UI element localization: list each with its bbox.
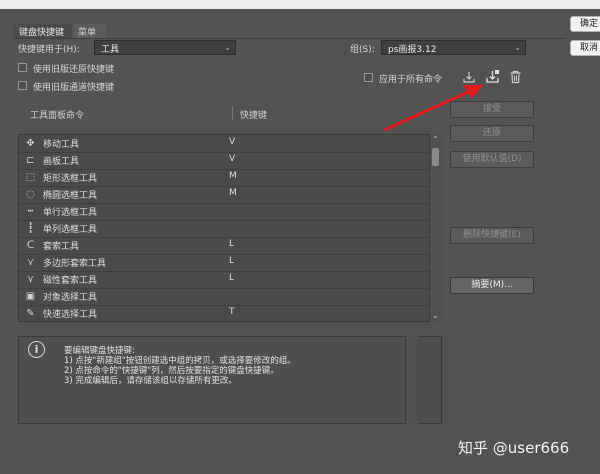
column-separator [232,106,233,120]
set-label: 组(S): [350,45,375,55]
column-header-command[interactable]: 工具面板命令 [30,108,84,121]
watermark: 知乎 @user666 [458,439,570,457]
table-row[interactable]: ⋎ 磁性套索工具 L [19,271,431,289]
info-scrollbar[interactable] [405,336,418,424]
table-row[interactable]: ▣ 对象选择工具 [19,288,431,306]
tool-name: 磁性套索工具 [43,276,98,286]
tool-name: 对象选择工具 [43,293,98,303]
table-row[interactable]: ⊏ 画板工具 V [19,152,431,170]
tool-shortcut[interactable]: V [229,137,235,147]
table-row[interactable]: ⋎ 多边形套索工具 L [19,254,431,272]
tool-name: 椭圆选框工具 [43,191,98,201]
tool-name: 套索工具 [43,242,80,252]
ellipse-marquee-icon: ◌ [26,189,35,200]
tool-name: 多边形套索工具 [43,259,107,269]
single-column-marquee-icon: ┇ [27,223,34,234]
legacy-undo-label: 使用旧版还原快捷键 [33,65,115,75]
table-row[interactable]: ┅ 单行选框工具 [19,203,431,221]
delete-set-icon[interactable] [509,70,522,84]
save-set-icon[interactable] [462,70,476,84]
tool-shortcut[interactable]: L [229,256,234,266]
scrollbar-thumb[interactable] [432,148,439,166]
set-select[interactable]: ps画报3.12 ⌄ [381,40,526,55]
tool-name: 移动工具 [43,140,80,150]
tool-name: 单列选框工具 [43,225,98,235]
tool-name: 单行选框工具 [43,208,98,218]
tool-shortcut[interactable]: L [229,239,234,249]
new-set-icon[interactable] [485,69,500,84]
window-top-strip [0,0,600,9]
tab-keyboard-shortcuts[interactable]: 键盘快捷键 [14,24,72,38]
artboard-icon: ⊏ [26,155,35,166]
quick-selection-icon: ✎ [26,308,35,319]
tool-name: 画板工具 [43,157,80,167]
shortcuts-for-label: 快捷键用于(H): [18,45,80,55]
tool-shortcut[interactable]: L [229,273,234,283]
info-line: 3) 完成编辑后，请存储该组以存储所有更改。 [64,376,237,386]
legacy-channel-checkbox[interactable] [18,81,27,90]
shortcuts-for-select[interactable]: 工具 ⌄ [94,40,236,55]
info-line: 要编辑键盘快捷键: [64,346,135,356]
cancel-button[interactable]: 取消 [570,40,600,56]
delete-shortcut-button[interactable]: 删除快捷键(E) [450,227,534,244]
table-row[interactable]: ┇ 单列选框工具 [19,220,431,238]
shortcuts-for-value: 工具 [101,45,120,55]
move-icon: ✥ [26,138,35,149]
chevron-down-icon: ⌄ [224,43,231,52]
table-row[interactable]: ᑕ 套索工具 L [19,237,431,255]
tool-shortcut[interactable]: T [229,307,235,317]
table-row[interactable]: ✥ 移动工具 V [19,135,431,153]
table-row[interactable]: ◌ 椭圆选框工具 M [19,186,431,204]
rect-marquee-icon: ⬚ [25,172,36,183]
ok-button[interactable]: 确定 [570,16,600,32]
table-row[interactable]: ⬚ 矩形选框工具 M [19,169,431,187]
info-line: 1) 点按"新建组"按钮创建选中组的拷贝，或选择要修改的组。 [64,356,296,366]
table-row[interactable]: ✎ 快速选择工具 T [19,305,431,321]
object-selection-icon: ▣ [25,291,36,302]
scroll-down-icon[interactable]: ⌄ [431,311,440,320]
info-text: 要编辑键盘快捷键: 1) 点按"新建组"按钮创建选中组的拷贝，或选择要修改的组。… [64,346,364,386]
lasso-icon: ᑕ [26,240,35,251]
tool-name: 矩形选框工具 [43,174,98,184]
info-icon: i [28,341,45,358]
tool-shortcut[interactable]: M [229,171,237,181]
undo-button[interactable]: 还原 [450,125,534,142]
tools-table: ✥ 移动工具 V ⊏ 画板工具 V ⬚ 矩形选框工具 M ◌ 椭圆选框工具 M ┅ 单行选框工具 ┇ 单列选框… [18,134,442,322]
apply-all-label: 应用于所有命令 [379,75,443,85]
set-value: ps画报3.12 [388,45,437,55]
tab-menus[interactable]: 菜单 [74,24,106,38]
summarize-button[interactable]: 摘要(M)... [450,277,534,294]
column-header-shortcut[interactable]: 快捷键 [240,108,267,121]
tool-shortcut[interactable]: M [229,188,237,198]
tool-name: 快速选择工具 [43,310,98,320]
scroll-up-icon[interactable]: ⌃ [431,135,440,144]
legacy-channel-label: 使用旧版通道快捷键 [33,83,115,93]
polygonal-lasso-icon: ⋎ [26,257,35,268]
magnetic-lasso-icon: ⋎ [26,274,35,285]
info-line: 2) 点按命令的"快捷键"列，然后按要指定的键盘快捷键。 [64,366,279,376]
legacy-undo-checkbox[interactable] [18,63,27,72]
tool-shortcut[interactable]: V [229,154,235,164]
chevron-down-icon: ⌄ [514,43,521,52]
single-row-marquee-icon: ┅ [27,206,34,217]
apply-all-checkbox[interactable] [364,73,373,82]
tab-divider [14,38,566,39]
use-default-button[interactable]: 使用默认值(D) [450,151,534,168]
accept-button[interactable]: 接受 [450,101,534,118]
